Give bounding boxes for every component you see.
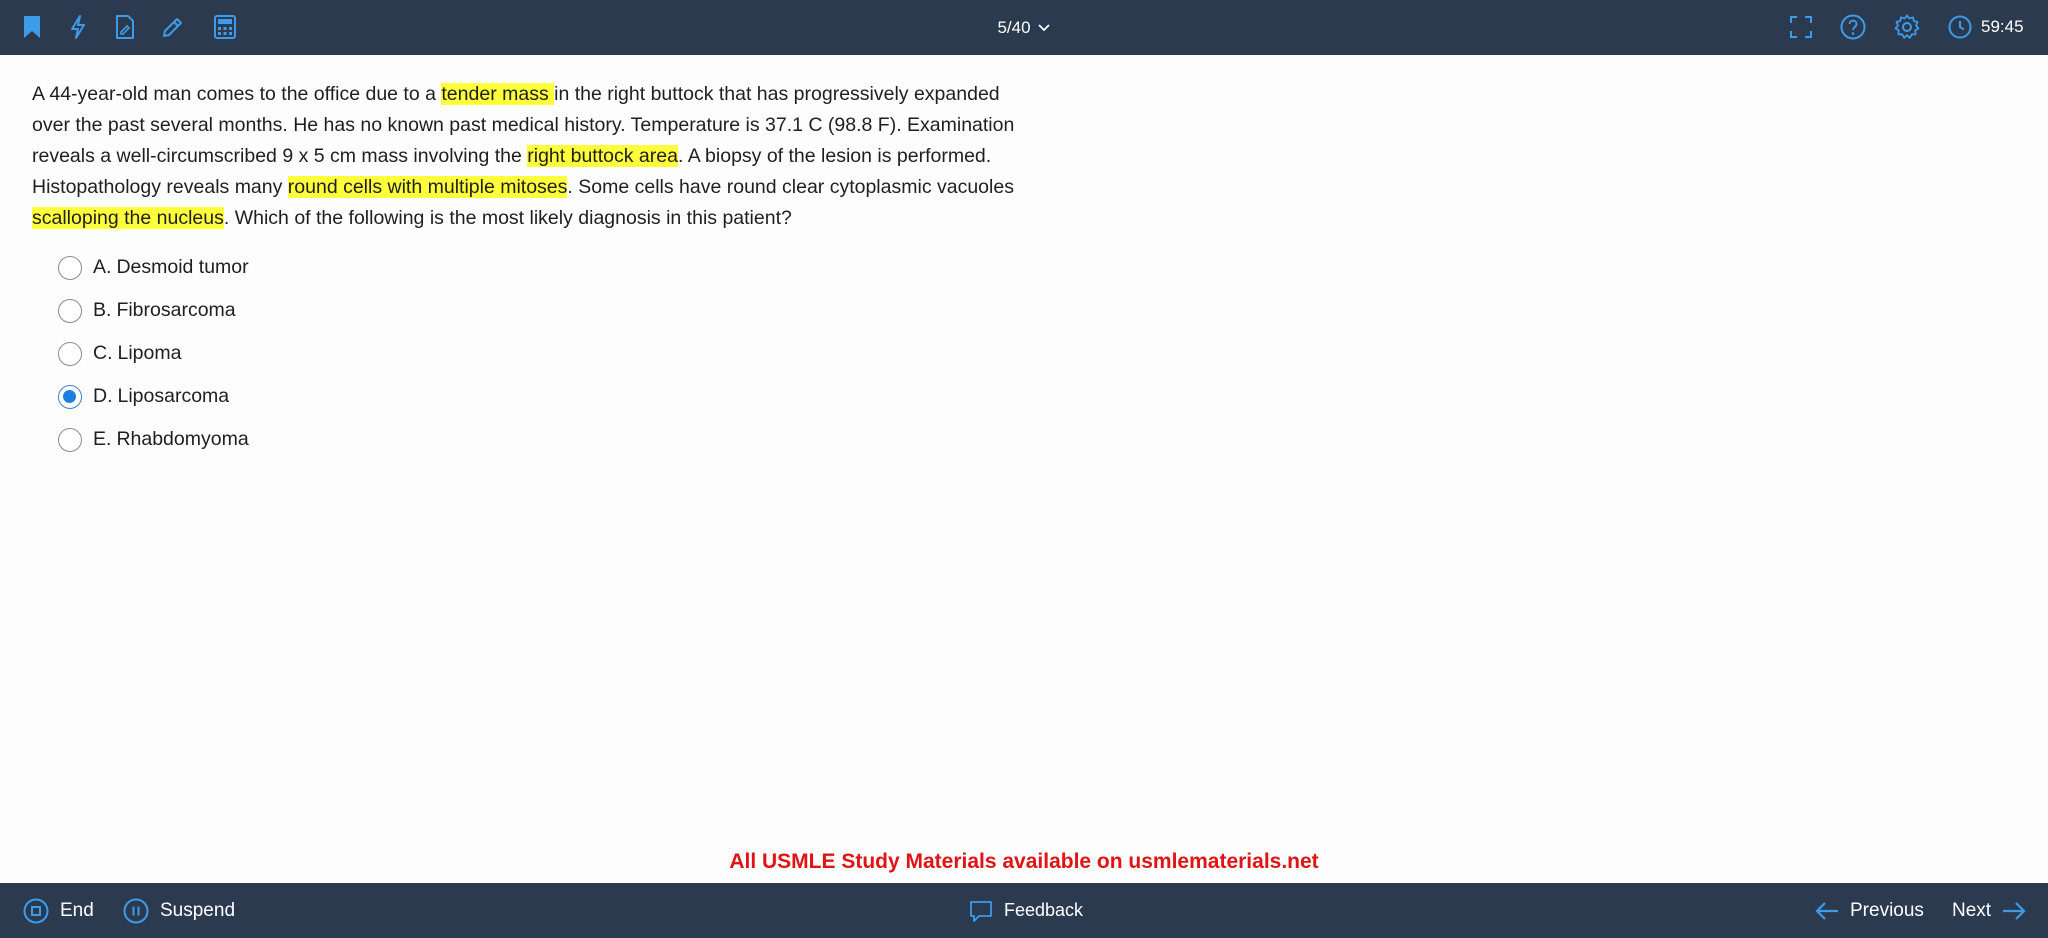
watermark-text: All USMLE Study Materials available on u… (729, 850, 1319, 873)
option-text: Fibrosarcoma (116, 299, 236, 321)
answer-option[interactable]: B. Fibrosarcoma (58, 289, 249, 332)
help-icon[interactable] (1838, 12, 1868, 42)
lightning-icon[interactable] (63, 12, 93, 42)
chevron-down-icon (1037, 23, 1050, 31)
settings-icon[interactable] (1892, 12, 1922, 42)
question-stem: A 44-year-old man comes to the office du… (32, 79, 1042, 234)
bookmark-icon[interactable] (17, 12, 47, 42)
feedback-button[interactable]: Feedback (968, 883, 1083, 938)
answer-option[interactable]: C. Lipoma (58, 332, 249, 375)
radio-selected[interactable] (58, 384, 82, 409)
clock-icon (1948, 15, 1972, 39)
answer-option[interactable]: D. Liposarcoma (58, 375, 249, 418)
previous-button[interactable]: Previous (1814, 883, 1924, 938)
option-letter: E. (93, 428, 112, 450)
question-counter[interactable]: 5/40 (984, 0, 1064, 55)
answer-option[interactable]: E. Rhabdomyoma (58, 418, 249, 461)
suspend-button[interactable]: Suspend (122, 883, 235, 938)
highlighted-text: scalloping the nucleus (32, 207, 224, 229)
highlighted-text: round cells with multiple mitoses (287, 176, 568, 198)
end-label: End (60, 899, 94, 921)
fullscreen-icon[interactable] (1786, 12, 1816, 42)
arrow-left-icon (1815, 901, 1838, 920)
question-counter-label: 5/40 (997, 17, 1031, 37)
arrow-right-icon (2003, 901, 2026, 920)
radio-button[interactable] (58, 255, 82, 280)
option-text: Liposarcoma (117, 385, 230, 407)
question-text-segment: . Which of the following is the most lik… (223, 207, 792, 229)
option-text: Desmoid tumor (116, 256, 249, 278)
pen-icon[interactable] (158, 12, 188, 42)
radio-button[interactable] (58, 341, 82, 366)
previous-label: Previous (1850, 899, 1924, 921)
answer-option[interactable]: A. Desmoid tumor (58, 246, 249, 289)
calculator-icon[interactable] (210, 12, 240, 42)
radio-button[interactable] (58, 427, 82, 452)
option-letter: D. (93, 385, 113, 407)
bottom-toolbar: End Suspend Feedback Previous Next (0, 883, 2048, 938)
stop-icon (23, 898, 49, 923)
option-letter: A. (93, 256, 112, 278)
next-label: Next (1952, 899, 1992, 921)
top-toolbar: 5/40 59:45 (0, 0, 2048, 55)
answer-options: A. Desmoid tumor B. Fibrosarcoma C. Lipoma D. L… (58, 246, 249, 461)
timer: 59:45 (1947, 12, 2024, 42)
question-text-segment: A 44-year-old man comes to the office du… (32, 83, 442, 105)
option-text: Lipoma (117, 342, 182, 364)
highlighted-text: tender mass (441, 83, 555, 105)
timer-value: 59:45 (1981, 17, 2024, 36)
option-letter: B. (93, 299, 112, 321)
pause-icon (123, 898, 149, 923)
suspend-label: Suspend (160, 899, 236, 921)
option-letter: C. (93, 342, 113, 364)
end-button[interactable]: End (22, 883, 94, 938)
radio-button[interactable] (58, 298, 82, 323)
question-text-segment: . Some cells have round clear cytoplasmi… (567, 176, 1014, 198)
option-text: Rhabdomyoma (116, 428, 249, 450)
highlighted-text: right buttock area (527, 145, 678, 167)
next-button[interactable]: Next (1952, 883, 2027, 938)
feedback-label: Feedback (1004, 900, 1084, 920)
notes-icon[interactable] (110, 12, 140, 42)
chat-bubble-icon (970, 900, 992, 922)
